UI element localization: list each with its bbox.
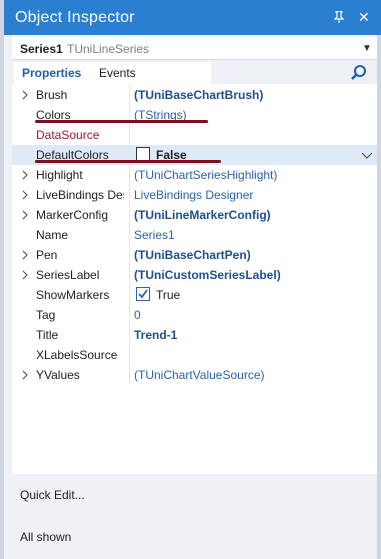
property-row-highlight[interactable]: Highlight (TUniChartSeriesHighlight)	[12, 165, 377, 185]
tab-properties[interactable]: Properties	[14, 62, 91, 84]
close-icon[interactable]: ✕	[358, 9, 370, 26]
annotation-underline	[35, 160, 221, 163]
object-type: TUniLineSeries	[67, 42, 150, 56]
annotation-underline	[35, 120, 208, 123]
property-value[interactable]: Trend-1	[134, 328, 177, 342]
property-name: SeriesLabel	[36, 268, 100, 282]
expand-chevron-icon[interactable]	[21, 269, 29, 280]
object-name: Series1	[20, 42, 63, 56]
property-row-brush[interactable]: Brush (TUniBaseChartBrush)	[12, 85, 377, 105]
property-name: Tag	[36, 308, 56, 322]
property-row-livebindings[interactable]: LiveBindings Des LiveBindings Designer	[12, 185, 377, 205]
object-selector[interactable]: Series1 TUniLineSeries ▼	[12, 37, 377, 60]
property-name: Highlight	[36, 168, 83, 182]
property-name: Pen	[36, 248, 58, 262]
chevron-down-icon[interactable]	[361, 149, 373, 159]
property-name: Title	[36, 328, 59, 342]
property-value[interactable]: (TUniCustomSeriesLabel)	[134, 268, 281, 282]
property-row-pen[interactable]: Pen (TUniBaseChartPen)	[12, 245, 377, 265]
property-value[interactable]: (TUniChartSeriesHighlight)	[134, 168, 277, 182]
property-row-datasource[interactable]: DataSource	[12, 125, 377, 145]
property-name: ShowMarkers	[36, 288, 110, 302]
tab-events[interactable]: Events	[91, 62, 211, 84]
property-name: YValues	[36, 368, 80, 382]
property-row-xlabelssource[interactable]: XLabelsSource	[12, 345, 377, 365]
property-value[interactable]: (TUniLineMarkerConfig)	[134, 208, 271, 222]
status-text: All shown	[20, 530, 72, 544]
property-name: Name	[36, 228, 69, 242]
expand-chevron-icon[interactable]	[21, 369, 29, 380]
property-name: DataSource	[36, 128, 100, 142]
footer-panel: Quick Edit... All shown	[12, 477, 377, 555]
expand-chevron-icon[interactable]	[21, 169, 29, 180]
property-value[interactable]: (TUniChartValueSource)	[134, 368, 265, 382]
defaultcolors-checkbox[interactable]	[136, 147, 150, 161]
property-value[interactable]: (TUniBaseChartBrush)	[134, 88, 263, 102]
search-icon[interactable]	[350, 64, 370, 82]
expand-chevron-icon[interactable]	[21, 249, 29, 260]
property-value[interactable]: Series1	[134, 228, 175, 242]
inspector-tabs: Properties Events	[12, 62, 377, 84]
property-name: MarkerConfig	[36, 208, 109, 222]
window-title: Object Inspector	[15, 9, 135, 26]
check-icon	[138, 289, 148, 299]
expand-chevron-icon[interactable]	[21, 209, 29, 220]
showmarkers-checkbox[interactable]	[136, 287, 150, 301]
property-row-title[interactable]: Title Trend-1	[12, 325, 377, 345]
property-name: Brush	[36, 88, 68, 102]
pin-icon[interactable]	[333, 10, 345, 26]
expand-chevron-icon[interactable]	[21, 189, 29, 200]
property-row-serieslabel[interactable]: SeriesLabel (TUniCustomSeriesLabel)	[12, 265, 377, 285]
property-row-markerconfig[interactable]: MarkerConfig (TUniLineMarkerConfig)	[12, 205, 377, 225]
property-name: LiveBindings Des	[36, 188, 124, 202]
quick-edit-link[interactable]: Quick Edit...	[20, 488, 85, 502]
property-value: True	[156, 288, 181, 302]
title-bar[interactable]: Object Inspector ✕	[4, 0, 381, 35]
property-value[interactable]: LiveBindings Designer	[134, 188, 253, 202]
property-row-name[interactable]: Name Series1	[12, 225, 377, 245]
property-value[interactable]: (TUniBaseChartPen)	[134, 248, 251, 262]
property-value[interactable]: 0	[134, 308, 141, 322]
property-grid: Brush (TUniBaseChartBrush) Colors (TStri…	[12, 84, 377, 474]
object-inspector-window: Object Inspector ✕ Series1 TUniLineSerie…	[0, 0, 381, 559]
property-row-tag[interactable]: Tag 0	[12, 305, 377, 325]
property-row-yvalues[interactable]: YValues (TUniChartValueSource)	[12, 365, 377, 385]
chevron-down-icon[interactable]: ▼	[362, 43, 372, 54]
property-row-showmarkers[interactable]: ShowMarkers True	[12, 285, 377, 305]
property-name: XLabelsSource	[36, 348, 118, 362]
expand-chevron-icon[interactable]	[21, 89, 29, 100]
